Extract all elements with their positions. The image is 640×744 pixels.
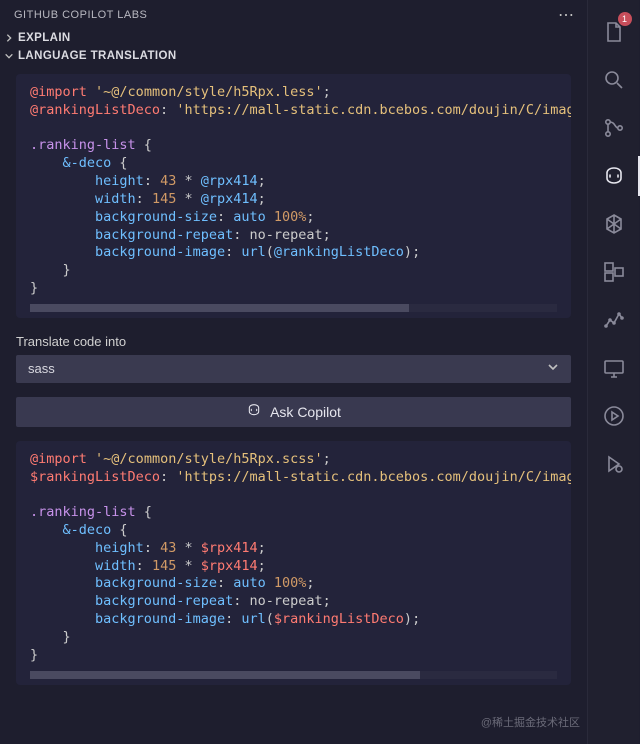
ask-copilot-button[interactable]: Ask Copilot: [16, 397, 571, 427]
chevron-down-icon: [4, 51, 14, 61]
chevron-right-icon: [4, 33, 14, 43]
copilot-icon: [246, 402, 262, 421]
graph-icon[interactable]: [588, 296, 640, 344]
source-control-icon[interactable]: [588, 104, 640, 152]
language-select-value: sass: [28, 361, 55, 376]
section-translate-label: LANGUAGE TRANSLATION: [18, 50, 177, 62]
chevron-down-icon: [547, 361, 559, 376]
panel-header: GITHUB COPILOT LABS ⋯: [0, 0, 587, 30]
extensions-icon[interactable]: [588, 248, 640, 296]
copilot-labs-panel: GITHUB COPILOT LABS ⋯ EXPLAIN LANGUAGE T…: [0, 0, 587, 744]
horizontal-scrollbar[interactable]: [30, 304, 557, 312]
source-code-block[interactable]: @import '~@/common/style/h5Rpx.less'; @r…: [16, 74, 571, 318]
search-icon[interactable]: [588, 56, 640, 104]
activity-bar: 1: [587, 0, 639, 744]
run-icon[interactable]: [588, 392, 640, 440]
panel-more-icon[interactable]: ⋯: [558, 5, 575, 25]
ask-copilot-label: Ask Copilot: [270, 404, 341, 420]
explorer-icon[interactable]: 1: [588, 8, 640, 56]
remote-icon[interactable]: [588, 344, 640, 392]
language-select[interactable]: sass: [16, 355, 571, 383]
section-explain-label: EXPLAIN: [18, 32, 71, 44]
output-code-block[interactable]: @import '~@/common/style/h5Rpx.scss'; $r…: [16, 441, 571, 685]
badge: 1: [618, 12, 632, 26]
translate-label: Translate code into: [16, 334, 571, 349]
section-translate[interactable]: LANGUAGE TRANSLATION: [0, 48, 587, 66]
section-explain[interactable]: EXPLAIN: [0, 30, 587, 48]
copilot-icon[interactable]: [588, 152, 640, 200]
openai-icon[interactable]: [588, 200, 640, 248]
horizontal-scrollbar[interactable]: [30, 671, 557, 679]
panel-title: GITHUB COPILOT LABS: [14, 9, 147, 21]
debug-icon[interactable]: [588, 440, 640, 488]
watermark: @稀土掘金技术社区: [481, 714, 580, 730]
